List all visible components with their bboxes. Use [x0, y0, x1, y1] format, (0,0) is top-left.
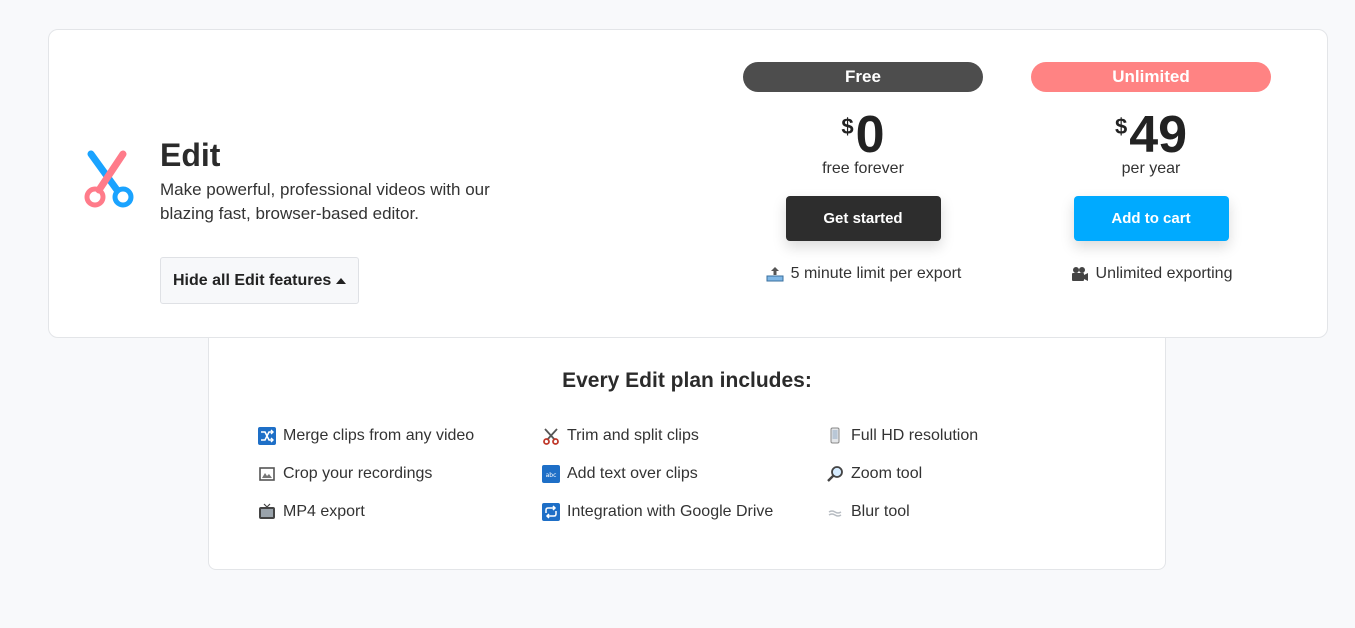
plan-unlimited: Unlimited $ 49 per year Add to cart Unli… [1031, 62, 1271, 284]
plan-note-text: 5 minute limit per export [790, 265, 962, 282]
feature-item: Trim and split clips [541, 425, 825, 447]
phone-icon [825, 426, 845, 446]
feature-item: abc Add text over clips [541, 463, 825, 485]
feature-item: Zoom tool [825, 463, 1105, 485]
movie-camera-icon [1070, 264, 1090, 284]
plan-note: 5 minute limit per export [743, 264, 983, 284]
plan-price: $ 49 [1031, 106, 1271, 164]
feature-label: Merge clips from any video [283, 427, 475, 444]
feature-label: Integration with Google Drive [567, 503, 774, 520]
price-amount: 0 [855, 106, 885, 164]
scissors-icon [541, 426, 561, 446]
framed-picture-icon [257, 464, 277, 484]
repeat-icon [541, 502, 561, 522]
television-icon [257, 502, 277, 522]
feature-label: Add text over clips [567, 465, 698, 482]
feature-item: Full HD resolution [825, 425, 1105, 447]
feature-grid: Merge clips from any video Trim and spli… [257, 425, 1117, 539]
shuffle-icon [257, 426, 277, 446]
features-panel: Every Edit plan includes: Merge clips fr… [208, 318, 1166, 570]
feature-label: Trim and split clips [567, 427, 699, 444]
price-currency: $ [1114, 114, 1128, 139]
price-period: free forever [822, 160, 904, 177]
feature-item: Crop your recordings [257, 463, 541, 485]
feature-item: Integration with Google Drive [541, 501, 825, 523]
plan-price: $ 0 [743, 106, 983, 164]
plan-note-text: Unlimited exporting [1095, 265, 1233, 282]
features-title: Every Edit plan includes: [562, 369, 812, 392]
feature-label: Blur tool [851, 503, 910, 520]
feature-item: Blur tool [825, 501, 1105, 523]
product-description: Make powerful, professional videos with … [160, 180, 490, 223]
toggle-features-label: Hide all Edit features [173, 271, 332, 289]
feature-label: Zoom tool [851, 465, 923, 482]
feature-label: MP4 export [283, 503, 365, 520]
product-card: Edit Make powerful, professional videos … [48, 29, 1328, 338]
fog-icon [825, 502, 845, 522]
svg-text:abc: abc [546, 472, 557, 479]
feature-label: Crop your recordings [283, 465, 433, 482]
upload-tray-icon [765, 264, 785, 284]
feature-label: Full HD resolution [851, 427, 979, 444]
price-currency: $ [841, 114, 854, 139]
scissors-icon [81, 150, 137, 212]
feature-item: Merge clips from any video [257, 425, 541, 447]
plan-note: Unlimited exporting [1031, 264, 1271, 284]
magnifier-icon [825, 464, 845, 484]
product-title: Edit [160, 137, 221, 173]
plan-badge: Free [743, 62, 983, 92]
price-amount: 49 [1129, 106, 1188, 164]
get-started-button[interactable]: Get started [785, 196, 941, 241]
feature-item: MP4 export [257, 501, 541, 523]
toggle-features-button[interactable]: Hide all Edit features [160, 257, 360, 304]
plan-badge: Unlimited [1031, 62, 1271, 92]
caret-up-icon [336, 277, 347, 284]
abc-input-icon: abc [541, 464, 561, 484]
add-to-cart-button[interactable]: Add to cart [1073, 196, 1229, 241]
plan-free: Free $ 0 free forever Get started 5 minu… [743, 62, 983, 284]
price-period: per year [1121, 160, 1181, 177]
